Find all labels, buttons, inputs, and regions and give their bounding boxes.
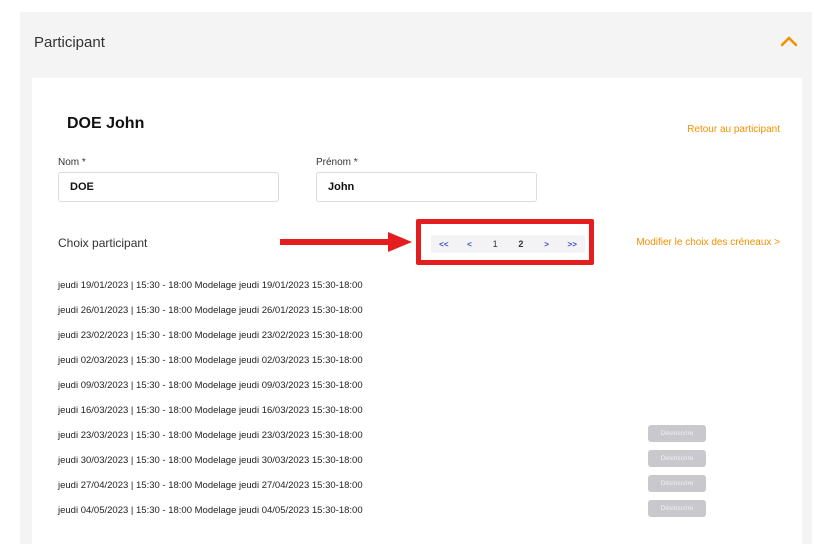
- choice-label: Choix participant: [58, 236, 148, 250]
- section-title: Participant: [34, 34, 105, 51]
- unsubscribe-button[interactable]: Désinscrire: [648, 450, 706, 467]
- red-arrow-icon: [280, 232, 412, 252]
- slot-text: jeudi 30/03/2023 | 15:30 - 18:00 Modelag…: [58, 455, 363, 466]
- slot-text: jeudi 02/03/2023 | 15:30 - 18:00 Modelag…: [58, 355, 363, 366]
- participant-card: DOE John Retour au participant Nom * Pré…: [32, 78, 802, 544]
- slot-row: jeudi 23/03/2023 | 15:30 - 18:00 Modelag…: [58, 425, 778, 450]
- next-page-button[interactable]: >: [534, 240, 560, 249]
- prenom-label: Prénom *: [316, 157, 358, 168]
- slot-row: jeudi 19/01/2023 | 15:30 - 18:00 Modelag…: [58, 275, 778, 300]
- slot-text: jeudi 26/01/2023 | 15:30 - 18:00 Modelag…: [58, 305, 363, 316]
- first-page-button[interactable]: <<: [431, 240, 457, 249]
- page-1-button[interactable]: 1: [482, 239, 508, 249]
- participant-name: DOE John: [67, 115, 145, 132]
- modify-slots-link[interactable]: Modifier le choix des créneaux >: [636, 237, 780, 248]
- slot-list: jeudi 19/01/2023 | 15:30 - 18:00 Modelag…: [58, 275, 778, 525]
- back-to-participant-link[interactable]: Retour au participant: [687, 124, 780, 135]
- pagination: << < 1 2 > >>: [431, 235, 585, 253]
- chevron-up-icon[interactable]: [780, 34, 798, 48]
- last-page-button[interactable]: >>: [559, 240, 585, 249]
- participant-section: Participant DOE John Retour au participa…: [20, 12, 812, 544]
- slot-row: jeudi 23/02/2023 | 15:30 - 18:00 Modelag…: [58, 325, 778, 350]
- slot-text: jeudi 19/01/2023 | 15:30 - 18:00 Modelag…: [58, 280, 363, 291]
- prenom-field[interactable]: [316, 172, 537, 202]
- slot-text: jeudi 23/03/2023 | 15:30 - 18:00 Modelag…: [58, 430, 363, 441]
- slot-text: jeudi 27/04/2023 | 15:30 - 18:00 Modelag…: [58, 480, 363, 491]
- nom-field[interactable]: [58, 172, 279, 202]
- unsubscribe-button[interactable]: Désinscrire: [648, 500, 706, 517]
- slot-row: jeudi 30/03/2023 | 15:30 - 18:00 Modelag…: [58, 450, 778, 475]
- slot-text: jeudi 09/03/2023 | 15:30 - 18:00 Modelag…: [58, 380, 363, 391]
- slot-text: jeudi 16/03/2023 | 15:30 - 18:00 Modelag…: [58, 405, 363, 416]
- unsubscribe-button[interactable]: Désinscrire: [648, 475, 706, 492]
- slot-row: jeudi 04/05/2023 | 15:30 - 18:00 Modelag…: [58, 500, 778, 525]
- slot-row: jeudi 16/03/2023 | 15:30 - 18:00 Modelag…: [58, 400, 778, 425]
- slot-row: jeudi 27/04/2023 | 15:30 - 18:00 Modelag…: [58, 475, 778, 500]
- section-header[interactable]: Participant: [20, 12, 812, 74]
- page-2-button[interactable]: 2: [508, 239, 534, 249]
- nom-label: Nom *: [58, 157, 86, 168]
- unsubscribe-button[interactable]: Désinscrire: [648, 425, 706, 442]
- previous-page-button[interactable]: <: [457, 240, 483, 249]
- slot-text: jeudi 04/05/2023 | 15:30 - 18:00 Modelag…: [58, 505, 363, 516]
- slot-text: jeudi 23/02/2023 | 15:30 - 18:00 Modelag…: [58, 330, 363, 341]
- slot-row: jeudi 09/03/2023 | 15:30 - 18:00 Modelag…: [58, 375, 778, 400]
- slot-row: jeudi 26/01/2023 | 15:30 - 18:00 Modelag…: [58, 300, 778, 325]
- slot-row: jeudi 02/03/2023 | 15:30 - 18:00 Modelag…: [58, 350, 778, 375]
